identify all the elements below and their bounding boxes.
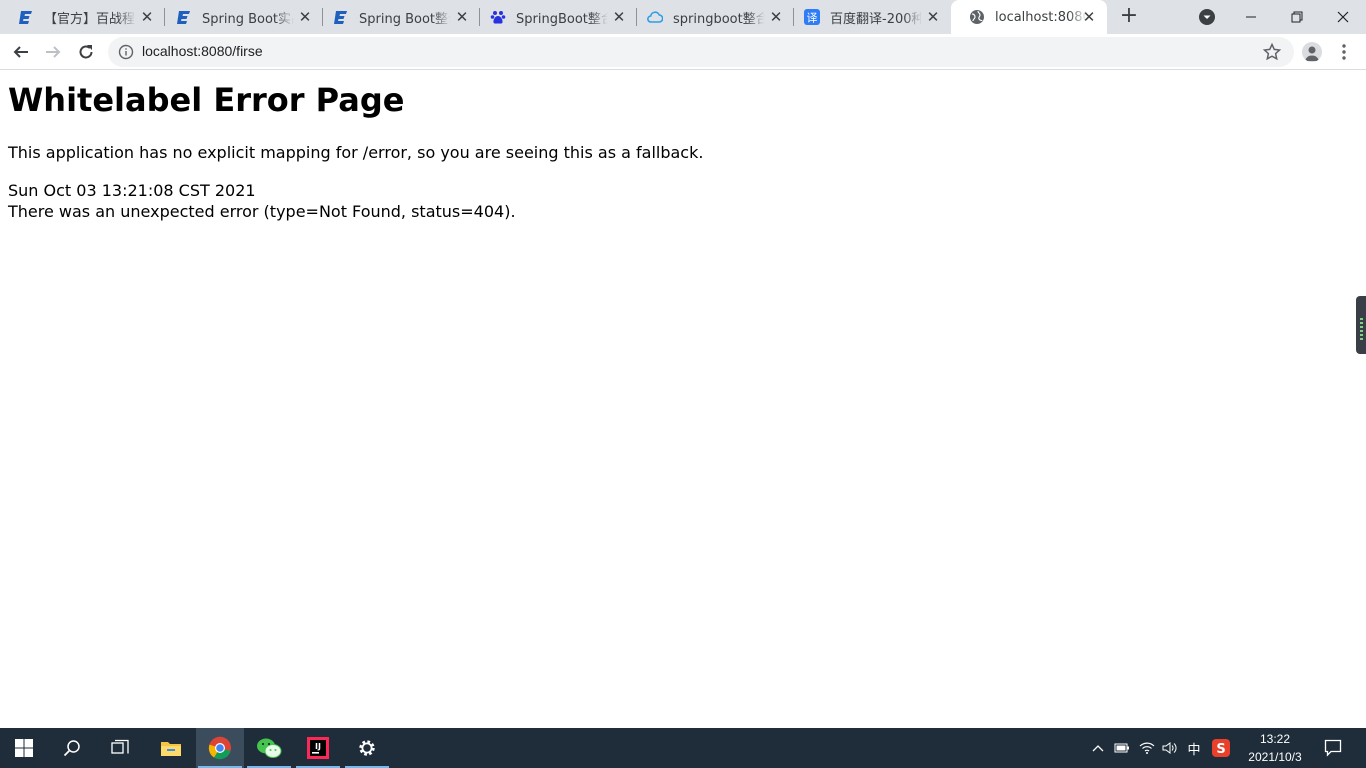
- cloud-icon: [647, 9, 663, 25]
- page-title: Whitelabel Error Page: [8, 81, 405, 119]
- back-button[interactable]: [8, 39, 34, 65]
- reload-button[interactable]: [73, 39, 99, 65]
- tab-title: Spring Boot实战: [202, 11, 294, 27]
- close-tab-icon[interactable]: ✕: [297, 9, 313, 25]
- address-bar[interactable]: localhost:8080/firse: [108, 37, 1294, 67]
- tab-strip: 【官方】百战程序员 ✕ Spring Boot实战 ✕ Spring Boot整…: [0, 0, 1366, 34]
- tab-1[interactable]: 【官方】百战程序员 ✕: [0, 0, 165, 34]
- page-content: Whitelabel Error Page This application h…: [0, 71, 1366, 728]
- tab-title: springboot整合s: [673, 11, 765, 27]
- info-icon[interactable]: [118, 44, 134, 60]
- tab-4[interactable]: SpringBoot整合s ✕: [472, 0, 637, 34]
- error-description: There was an unexpected error (type=Not …: [8, 202, 516, 221]
- new-tab-button[interactable]: +: [1117, 5, 1141, 29]
- battery-icon[interactable]: [1112, 728, 1132, 768]
- file-explorer-icon[interactable]: [147, 728, 195, 768]
- chrome-taskbar-icon[interactable]: [196, 728, 244, 768]
- browser-toolbar: localhost:8080/firse: [0, 34, 1366, 70]
- clock-date: 2021/10/3: [1248, 750, 1302, 764]
- svg-text:S: S: [1216, 742, 1225, 757]
- settings-gear-icon[interactable]: [343, 728, 391, 768]
- sogou-input-icon[interactable]: S: [1210, 728, 1232, 768]
- close-tab-icon[interactable]: ✕: [768, 9, 784, 25]
- arrow-left-icon: [13, 46, 28, 58]
- error-details: Sun Oct 03 13:21:08 CST 2021 There was a…: [8, 180, 516, 222]
- close-window-button[interactable]: [1320, 0, 1366, 34]
- close-tab-icon[interactable]: ✕: [454, 9, 470, 25]
- tab-search-icon[interactable]: [1198, 8, 1216, 26]
- restore-button[interactable]: [1274, 0, 1320, 34]
- start-windows-icon[interactable]: [0, 728, 48, 768]
- volume-icon[interactable]: [1160, 728, 1180, 768]
- wechat-icon[interactable]: [245, 728, 293, 768]
- task-view-icon[interactable]: [96, 728, 144, 768]
- notification-center-icon[interactable]: [1322, 728, 1344, 768]
- close-tab-icon[interactable]: ✕: [139, 9, 155, 25]
- arrow-right-icon: [46, 46, 61, 58]
- tab-2[interactable]: Spring Boot实战 ✕: [158, 0, 323, 34]
- tab-title: localhost:8080/firse: [995, 9, 1087, 25]
- tab-6[interactable]: 译 百度翻译-200种语 ✕: [786, 0, 951, 34]
- svg-text:译: 译: [807, 12, 818, 25]
- error-timestamp: Sun Oct 03 13:21:08 CST 2021: [8, 181, 256, 200]
- wifi-icon[interactable]: [1137, 728, 1157, 768]
- taskbar-clock[interactable]: 13:22 2021/10/3: [1236, 730, 1314, 766]
- reload-icon: [79, 45, 93, 59]
- side-panel-handle[interactable]: [1356, 296, 1366, 354]
- close-tab-icon[interactable]: ✕: [925, 9, 941, 25]
- e-book-icon: [333, 9, 349, 25]
- e-book-icon: [18, 9, 34, 25]
- translate-icon: 译: [804, 9, 820, 25]
- e-book-icon: [176, 9, 192, 25]
- fallback-message: This application has no explicit mapping…: [8, 143, 704, 162]
- close-tab-icon[interactable]: ✕: [1081, 9, 1097, 25]
- search-icon[interactable]: [48, 728, 96, 768]
- url-text[interactable]: localhost:8080/firse: [142, 43, 263, 59]
- tab-3[interactable]: Spring Boot整合 ✕: [315, 0, 480, 34]
- forward-button[interactable]: [40, 39, 66, 65]
- windows-taskbar: IJ 中 S 13:22 2021/10/3: [0, 728, 1366, 768]
- tab-7-active[interactable]: localhost:8080/firse ✕: [951, 0, 1107, 34]
- tab-title: SpringBoot整合s: [516, 11, 608, 27]
- tab-5[interactable]: springboot整合s ✕: [629, 0, 794, 34]
- profile-avatar-icon[interactable]: [1302, 42, 1322, 62]
- tab-title: Spring Boot整合: [359, 11, 451, 27]
- globe-icon: [969, 9, 985, 25]
- svg-text:IJ: IJ: [315, 742, 321, 751]
- minimize-button[interactable]: [1228, 0, 1274, 34]
- close-tab-icon[interactable]: ✕: [611, 9, 627, 25]
- bookmark-star-icon[interactable]: [1262, 42, 1282, 62]
- baidu-paw-icon: [490, 9, 506, 25]
- intellij-idea-icon[interactable]: IJ: [294, 728, 342, 768]
- tab-title: 【官方】百战程序员: [44, 11, 136, 27]
- kebab-menu-icon[interactable]: [1336, 42, 1352, 62]
- clock-time: 13:22: [1259, 732, 1291, 746]
- tab-title: 百度翻译-200种语: [830, 11, 922, 27]
- show-hidden-icons-chevron-up-icon[interactable]: [1088, 728, 1108, 768]
- ime-indicator[interactable]: 中: [1184, 728, 1204, 768]
